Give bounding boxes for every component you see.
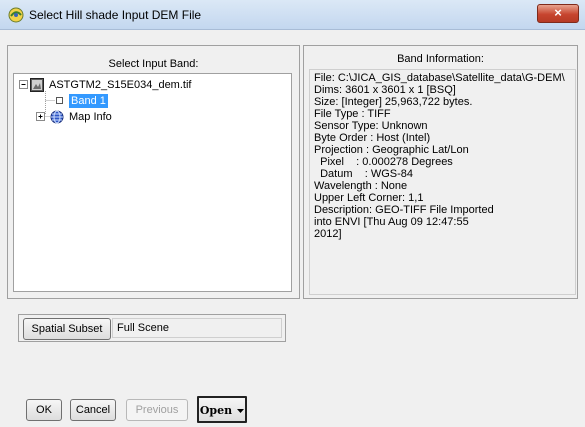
- select-input-band-title: Select Input Band:: [108, 58, 199, 70]
- file-name-label: ASTGTM2_S15E034_dem.tif: [49, 79, 192, 91]
- info-line: Datum : WGS-84: [314, 168, 414, 180]
- globe-icon: [50, 110, 64, 124]
- info-line: Pixel : 0.000278 Degrees: [314, 156, 453, 168]
- info-line: Upper Left Corner: 1,1: [314, 192, 424, 204]
- cancel-button[interactable]: Cancel: [70, 399, 116, 421]
- info-line: Description: GEO-TIFF File Imported: [314, 204, 494, 216]
- dropdown-arrow-icon: [237, 408, 245, 414]
- title-bar[interactable]: Select Hill shade Input DEM File ×: [0, 0, 585, 30]
- info-line: 2012]: [314, 228, 342, 240]
- info-line: Dims: 3601 x 3601 x 1 [BSQ]: [314, 84, 456, 96]
- info-line: Wavelength : None: [314, 180, 408, 192]
- band-information-title: Band Information:: [397, 53, 484, 65]
- open-menu-button[interactable]: Open: [197, 396, 247, 423]
- info-line: into ENVI [Thu Aug 09 12:47:55: [314, 216, 469, 228]
- image-file-icon: [30, 78, 44, 92]
- close-icon[interactable]: ×: [554, 5, 562, 20]
- ok-button[interactable]: OK: [26, 399, 62, 421]
- info-line: Projection : Geographic Lat/Lon: [314, 144, 469, 156]
- select-input-band-panel: Select Input Band: ASTGTM2_S15E034_dem.t…: [7, 45, 300, 299]
- info-line: Size: [Integer] 25,963,722 bytes.: [314, 96, 473, 108]
- band-icon: [56, 97, 64, 105]
- close-button[interactable]: ×: [537, 4, 579, 23]
- spatial-subset-value: Full Scene: [112, 318, 282, 338]
- info-line: File Type : TIFF: [314, 108, 391, 120]
- previous-button[interactable]: Previous: [126, 399, 188, 421]
- spatial-subset-group: Spatial Subset Full Scene: [18, 314, 286, 342]
- open-button-label: Open: [199, 404, 233, 417]
- envi-app-icon: [8, 7, 24, 23]
- band-information-text[interactable]: File: C:\JICA_GIS_database\Satellite_dat…: [309, 69, 576, 295]
- spatial-subset-button[interactable]: Spatial Subset: [23, 318, 111, 340]
- band-information-panel: Band Information: File: C:\JICA_GIS_data…: [303, 45, 578, 299]
- info-line: File: C:\JICA_GIS_database\Satellite_dat…: [314, 72, 565, 84]
- band-tree[interactable]: ASTGTM2_S15E034_dem.tif Band 1 Map Info: [13, 73, 292, 292]
- info-line: Byte Order : Host (Intel): [314, 132, 431, 144]
- info-line: Sensor Type: Unknown: [314, 120, 428, 132]
- map-info-label: Map Info: [69, 111, 112, 123]
- band-1-label: Band 1: [69, 94, 108, 108]
- window-title: Select Hill shade Input DEM File: [29, 8, 202, 22]
